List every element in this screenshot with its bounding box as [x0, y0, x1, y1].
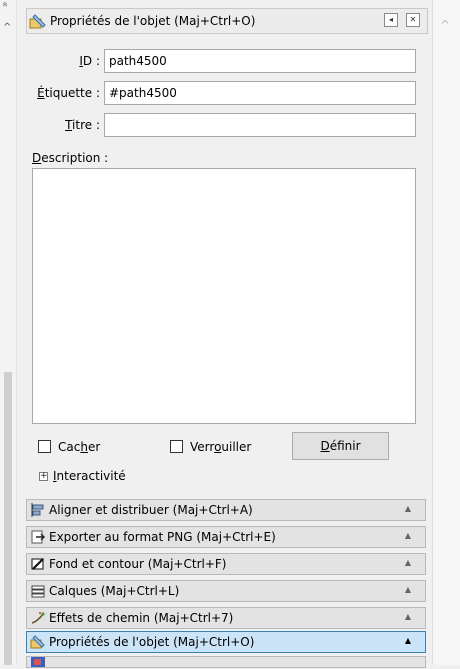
symbols-icon [31, 657, 45, 667]
description-textarea[interactable] [32, 168, 416, 424]
label-input[interactable] [104, 81, 416, 105]
scrollbar-thumb[interactable] [4, 372, 12, 665]
title-label: Titre : [65, 118, 100, 132]
dock-tab-align-distribute[interactable]: Aligner et distribuer (Maj+Ctrl+A) ▲ [26, 499, 426, 521]
path-effects-icon [31, 611, 45, 624]
left-scroll-strip[interactable]: ᴿ ^ [0, 0, 17, 665]
dock-tab-next[interactable] [26, 656, 426, 668]
scroll-up-arrow-icon[interactable]: ^ [440, 18, 450, 32]
id-label: ID : [79, 54, 100, 68]
expand-interactivity-icon[interactable]: + [39, 472, 48, 481]
lock-label: Verrouiller [190, 440, 252, 454]
dock-tab-object-properties[interactable]: Propriétés de l'objet (Maj+Ctrl+O) ▲ [26, 631, 426, 653]
hide-label: Cacher [58, 440, 101, 454]
export-png-icon [31, 530, 45, 544]
close-button[interactable]: ✕ [406, 13, 420, 27]
description-label: Description : [32, 151, 109, 165]
object-properties-icon [30, 635, 45, 649]
object-properties-icon [29, 14, 46, 29]
dock-tab-export-png[interactable]: Exporter au format PNG (Maj+Ctrl+E) ▲ [26, 526, 426, 548]
right-scroll-strip[interactable]: ^ [432, 0, 460, 665]
fill-stroke-icon [31, 558, 44, 570]
expand-arrow-icon[interactable]: ▲ [405, 504, 411, 513]
label-label: Étiquette : [37, 86, 100, 100]
expand-arrow-icon[interactable]: ▲ [405, 585, 411, 594]
dock-tab-path-effects[interactable]: Effets de chemin (Maj+Ctrl+7) ▲ [26, 607, 426, 629]
dock-tab-label: Effets de chemin (Maj+Ctrl+7) [49, 611, 234, 625]
set-button[interactable]: Définir [292, 432, 389, 460]
expand-arrow-icon[interactable]: ▲ [405, 531, 411, 540]
expand-arrow-icon[interactable]: ▲ [405, 612, 411, 621]
dock-tab-layers[interactable]: Calques (Maj+Ctrl+L) ▲ [26, 580, 426, 602]
dock-tab-label: Calques (Maj+Ctrl+L) [49, 584, 180, 598]
expand-arrow-icon[interactable]: ▲ [405, 636, 411, 645]
title-input[interactable] [104, 113, 416, 137]
id-input[interactable] [104, 49, 416, 73]
interactivity-label[interactable]: Interactivité [53, 469, 126, 483]
object-properties-panel: Propriétés de l'objet (Maj+Ctrl+O) ◂ ✕ I… [26, 0, 428, 668]
panel-title: Propriétés de l'objet (Maj+Ctrl+O) [50, 14, 256, 28]
dock-tab-label: Fond et contour (Maj+Ctrl+F) [49, 557, 227, 571]
dock-tab-fill-stroke[interactable]: Fond et contour (Maj+Ctrl+F) ▲ [26, 553, 426, 575]
iconify-button[interactable]: ◂ [384, 13, 398, 27]
expand-arrow-icon[interactable]: ▲ [405, 558, 411, 567]
dock-tab-label: Aligner et distribuer (Maj+Ctrl+A) [49, 503, 253, 517]
lock-checkbox[interactable] [170, 440, 183, 453]
dock-tab-label: Propriétés de l'objet (Maj+Ctrl+O) [49, 635, 255, 649]
zoom-icon: ᴿ [3, 2, 8, 13]
align-icon [31, 503, 44, 517]
hide-checkbox[interactable] [38, 440, 51, 453]
scroll-up-arrow-icon[interactable]: ^ [3, 22, 11, 33]
layers-icon [31, 585, 45, 598]
dock-tab-label: Exporter au format PNG (Maj+Ctrl+E) [49, 530, 276, 544]
panel-title-bar[interactable]: Propriétés de l'objet (Maj+Ctrl+O) ◂ ✕ [26, 8, 428, 34]
